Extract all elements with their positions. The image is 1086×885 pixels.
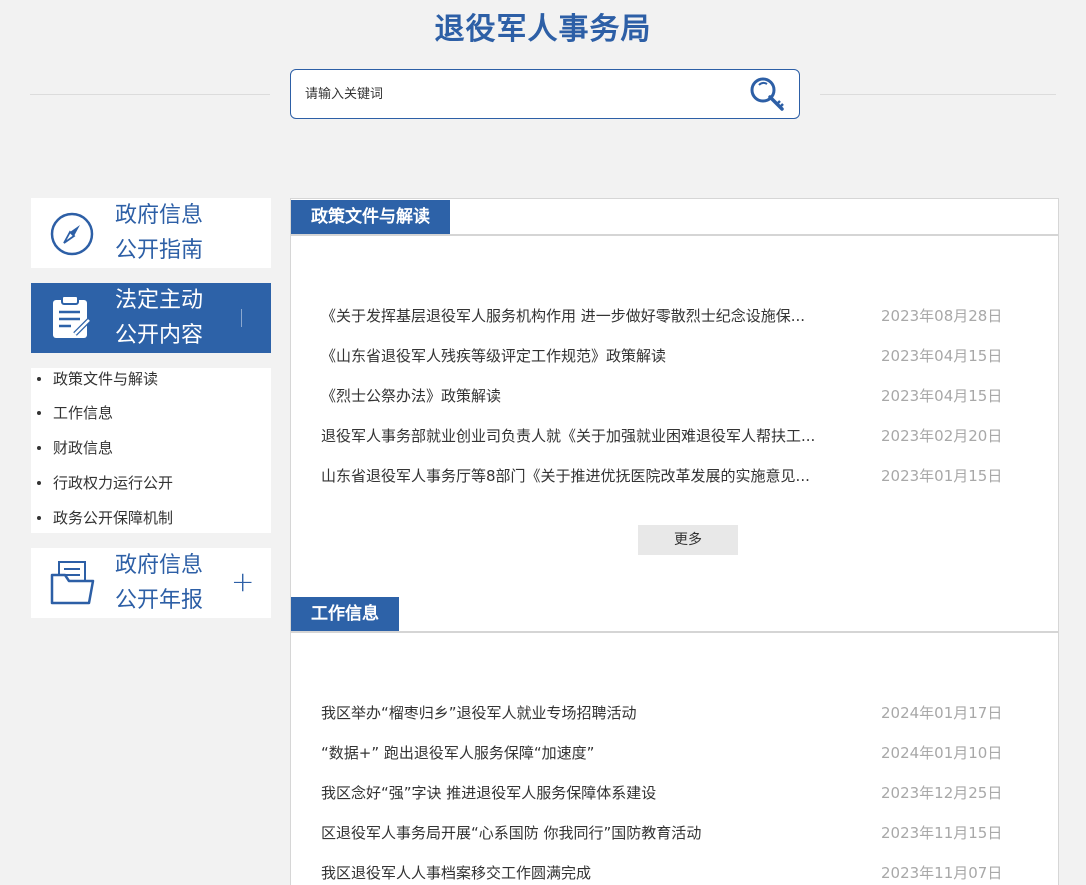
news-title: 山东省退役军人事务厅等8部门《关于推进优抚医院改革发展的实施意见... (321, 467, 810, 485)
bullet-icon (37, 481, 41, 485)
sidebar-submenu: 政策文件与解读 工作信息 财政信息 行政权力运行公开 政务公开保障机制 (31, 368, 271, 533)
sidebar-item-law[interactable]: 法定主动 公开内容 (31, 283, 271, 353)
news-date: 2023年11月15日 (881, 824, 1003, 842)
news-title: 《山东省退役军人残疾等级评定工作规范》政策解读 (321, 347, 667, 365)
news-date: 2024年01月17日 (881, 704, 1003, 722)
news-row[interactable]: 退役军人事务部就业创业司负责人就《关于加强就业困难退役军人帮扶工... 2023… (321, 424, 1011, 448)
news-row[interactable]: 我区念好“强”字诀 推进退役军人服务保障体系建设 2023年12月25日 (321, 781, 1011, 805)
sidebar-law-divider (241, 309, 242, 327)
site-title: 退役军人事务局 (434, 12, 652, 47)
news-row[interactable]: 《关于发挥基层退役军人服务机构作用 进一步做好零散烈士纪念设施保... 2023… (321, 304, 1011, 328)
news-row[interactable]: 我区退役军人人事档案移交工作圆满完成 2023年11月07日 (321, 861, 1011, 885)
section-header-work: 工作信息 (291, 597, 1058, 633)
submenu-item-finance[interactable]: 财政信息 (37, 437, 113, 459)
search-input[interactable] (305, 83, 735, 105)
submenu-item-admin-power[interactable]: 行政权力运行公开 (37, 472, 173, 494)
news-date: 2023年08月28日 (881, 307, 1003, 325)
news-title: 我区退役军人人事档案移交工作圆满完成 (321, 864, 592, 882)
header-divider-left (30, 94, 270, 95)
news-date: 2023年12月25日 (881, 784, 1003, 802)
sidebar-item-report[interactable]: 政府信息 公开年报 + (31, 548, 271, 618)
submenu-item-guarantee[interactable]: 政务公开保障机制 (37, 507, 173, 529)
bullet-icon (37, 377, 41, 381)
news-date: 2023年04月15日 (881, 387, 1003, 405)
sidebar-law-label: 法定主动 公开内容 (115, 288, 204, 348)
news-date: 2023年01月15日 (881, 467, 1003, 485)
more-button[interactable]: 更多 (638, 525, 738, 555)
news-title: “数据+” 跑出退役军人服务保障“加速度” (321, 744, 595, 762)
news-row[interactable]: “数据+” 跑出退役军人服务保障“加速度” 2024年01月10日 (321, 741, 1011, 765)
sidebar-guide-label: 政府信息 公开指南 (115, 203, 204, 263)
section-tab-work[interactable]: 工作信息 (291, 597, 399, 631)
bullet-icon (37, 516, 41, 520)
search-box (290, 69, 800, 119)
news-title: 我区念好“强”字诀 推进退役军人服务保障体系建设 (321, 784, 657, 802)
news-date: 2024年01月10日 (881, 744, 1003, 762)
news-row[interactable]: 《山东省退役军人残疾等级评定工作规范》政策解读 2023年04月15日 (321, 344, 1011, 368)
search-key-icon[interactable] (747, 74, 787, 114)
news-row[interactable]: 我区举办“榴枣归乡”退役军人就业专场招聘活动 2024年01月17日 (321, 701, 1011, 725)
submenu-item-work[interactable]: 工作信息 (37, 402, 113, 424)
bullet-icon (37, 411, 41, 415)
clipboard-pen-icon (49, 294, 95, 346)
news-title: 区退役军人事务局开展“心系国防 你我同行”国防教育活动 (321, 824, 702, 842)
compass-icon (49, 211, 95, 261)
news-row[interactable]: 山东省退役军人事务厅等8部门《关于推进优抚医院改革发展的实施意见... 2023… (321, 464, 1011, 488)
news-date: 2023年11月07日 (881, 864, 1003, 882)
main-panel: 政策文件与解读 《关于发挥基层退役军人服务机构作用 进一步做好零散烈士纪念设施保… (290, 198, 1059, 885)
bullet-icon (37, 446, 41, 450)
header-divider-right (820, 94, 1056, 95)
news-date: 2023年04月15日 (881, 347, 1003, 365)
news-title: 《烈士公祭办法》政策解读 (321, 387, 502, 405)
sidebar-item-guide[interactable]: 政府信息 公开指南 (31, 198, 271, 268)
news-date: 2023年02月20日 (881, 427, 1003, 445)
news-row[interactable]: 区退役军人事务局开展“心系国防 你我同行”国防教育活动 2023年11月15日 (321, 821, 1011, 845)
news-row[interactable]: 《烈士公祭办法》政策解读 2023年04月15日 (321, 384, 1011, 408)
expand-plus-icon[interactable]: + (231, 568, 254, 596)
section-header-policy: 政策文件与解读 (291, 200, 1058, 236)
submenu-item-policy[interactable]: 政策文件与解读 (37, 368, 158, 390)
section-tab-policy[interactable]: 政策文件与解读 (291, 200, 450, 234)
news-title: 我区举办“榴枣归乡”退役军人就业专场招聘活动 (321, 704, 637, 722)
sidebar-report-label: 政府信息 公开年报 (115, 553, 204, 613)
news-title: 《关于发挥基层退役军人服务机构作用 进一步做好零散烈士纪念设施保... (321, 307, 806, 325)
folder-document-icon (49, 559, 95, 611)
news-title: 退役军人事务部就业创业司负责人就《关于加强就业困难退役军人帮扶工... (321, 427, 816, 445)
